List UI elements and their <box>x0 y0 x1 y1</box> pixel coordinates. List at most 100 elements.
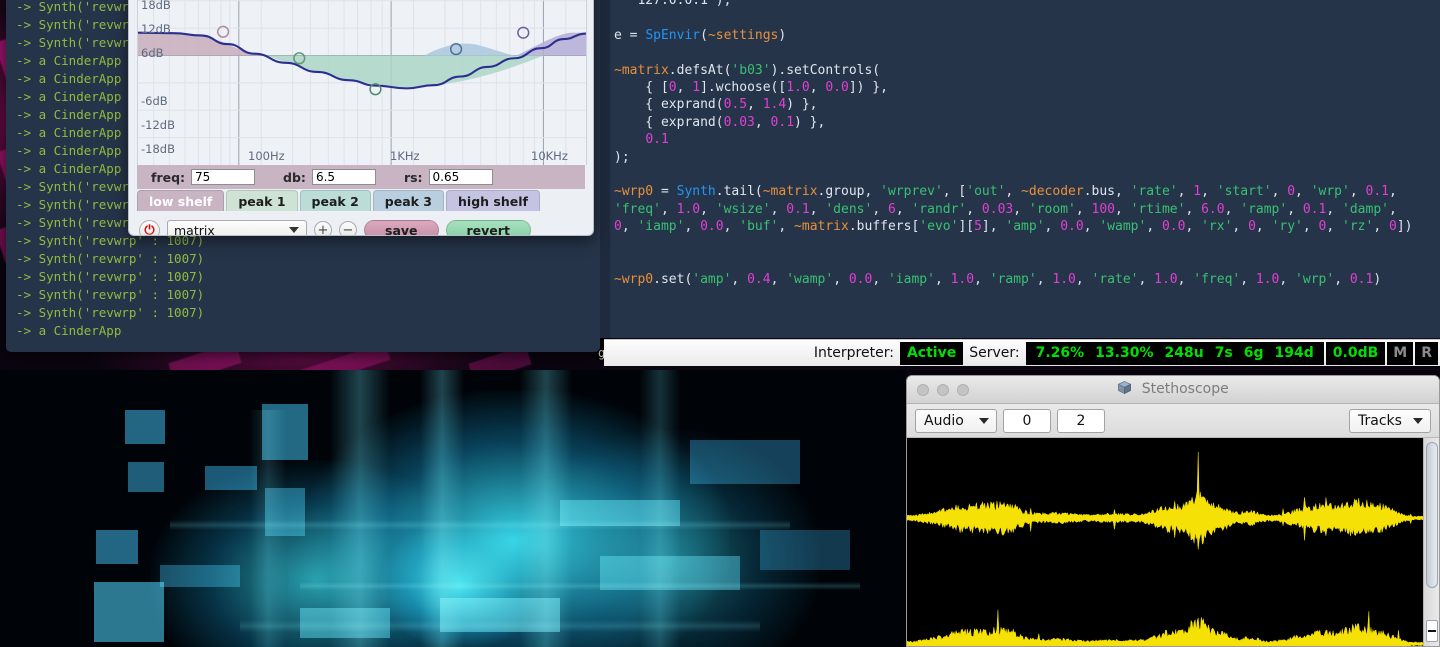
code-token: , <box>1075 201 1092 217</box>
window-controls[interactable] <box>907 383 969 396</box>
minimize-icon[interactable] <box>937 383 949 396</box>
code-token: , <box>1302 219 1319 235</box>
server-stats[interactable]: 7.26% 13.30% 248u 7s 6g 194d <box>1025 341 1324 365</box>
code-token: , <box>1005 184 1022 200</box>
eq-tab-peak-3[interactable]: peak 3 <box>372 190 445 211</box>
server-stat-groups: 6g <box>1243 345 1264 361</box>
code-token: 0.03 <box>723 114 755 130</box>
eq-rs-input[interactable] <box>428 169 493 185</box>
code-line: { exprand(0.03, 0.1) }, <box>614 114 1440 131</box>
code-token: ].wchoose([ <box>700 80 787 96</box>
save-button[interactable]: save <box>364 220 439 235</box>
code-token: 0.0 <box>825 80 849 96</box>
eq-tab-high-shelf[interactable]: high shelf <box>446 190 540 211</box>
scope-channels-input[interactable]: 2 <box>1057 408 1105 433</box>
code-token: , <box>621 219 638 235</box>
close-icon[interactable] <box>917 383 929 396</box>
code-token: ~matrix <box>614 62 669 78</box>
code-token: 1.0 <box>950 271 975 287</box>
scrollbar-handle[interactable] <box>1426 620 1438 642</box>
code-token: , <box>1185 219 1202 235</box>
scope-style-label: Tracks <box>1358 412 1402 429</box>
code-token: 1 <box>1193 184 1202 200</box>
eq-plugin-window[interactable]: 18dB 12dB 6dB -6dB -12dB -18dB 100Hz 1KH… <box>128 0 594 236</box>
code-token: 'freq' <box>614 201 661 217</box>
scope-waveform-canvas[interactable] <box>907 438 1423 646</box>
scope-index-input[interactable]: 0 <box>1003 408 1051 433</box>
zoom-icon[interactable] <box>957 383 969 396</box>
eq-db-label: db: <box>283 169 306 185</box>
code-token: 0.1 <box>1349 271 1374 287</box>
code-token: , <box>1224 201 1241 217</box>
post-line: -> a CinderApp <box>16 323 122 338</box>
code-token: , <box>1044 219 1061 235</box>
code-token: 1.4 <box>762 97 787 113</box>
code-token: 'freq' <box>1193 271 1241 287</box>
scope-rate-select[interactable]: Audio <box>915 408 997 433</box>
code-token: , <box>895 201 912 217</box>
code-token: , <box>1201 184 1217 200</box>
code-token: , <box>754 114 771 130</box>
code-token: 'rate' <box>1130 184 1178 200</box>
record-button[interactable]: R <box>1415 341 1438 365</box>
code-token: , <box>1240 271 1256 287</box>
eq-preset-select[interactable]: matrix <box>167 220 307 235</box>
scope-rate-label: Audio <box>924 412 964 429</box>
code-token: 'wamp' <box>786 271 834 287</box>
code-token: 0.03 <box>981 201 1014 217</box>
scope-style-select[interactable]: Tracks <box>1349 408 1431 433</box>
code-line: ); <box>614 149 1440 166</box>
code-token: , <box>1138 271 1155 287</box>
code-token: ).setControls( <box>770 62 881 78</box>
remove-preset-button[interactable]: − <box>339 221 357 235</box>
power-icon[interactable]: ⏻ <box>139 219 160 235</box>
code-token: 1 <box>692 80 701 96</box>
stethoscope-titlebar[interactable]: Stethoscope <box>907 376 1439 404</box>
server-volume-level[interactable]: 0.0dB <box>1325 341 1386 365</box>
code-editor-text[interactable]: "127.0.0.1"); e = SpEnvir(~settings) ~ma… <box>614 0 1440 288</box>
code-token: .bus, <box>1083 184 1131 200</box>
code-editor-window[interactable]: "127.0.0.1"); e = SpEnvir(~settings) ~ma… <box>600 0 1440 338</box>
status-bar: Interpreter: Active Server: 7.26% 13.30%… <box>604 339 1440 366</box>
code-token: 'damp' <box>1342 201 1389 217</box>
eq-db-input[interactable] <box>311 169 376 185</box>
eq-tab-peak-1[interactable]: peak 1 <box>226 190 298 211</box>
mute-button[interactable]: M <box>1387 341 1414 365</box>
revert-button[interactable]: revert <box>445 220 531 235</box>
code-token: 0 <box>668 80 677 96</box>
desktop-root: git er ca cer nit no our car -> Synth('r… <box>0 0 1440 647</box>
eq-tab-peak-2[interactable]: peak 2 <box>299 190 371 211</box>
scope-scrollbar[interactable] <box>1423 438 1439 646</box>
code-token: ]) }, <box>848 80 888 96</box>
stethoscope-window[interactable]: Stethoscope Audio 0 2 Tracks <box>906 375 1440 647</box>
scrollbar-thumb[interactable] <box>1426 442 1438 588</box>
code-token: 'wamp' <box>1099 219 1147 235</box>
code-token: ~matrix <box>794 219 849 235</box>
chevron-down-icon <box>1413 417 1423 424</box>
interpreter-status-badge[interactable]: Active <box>899 341 964 365</box>
code-token: ], <box>981 219 1006 235</box>
chevron-down-icon <box>289 227 299 233</box>
code-token: ~settings <box>707 27 779 43</box>
code-token: , <box>660 201 677 217</box>
code-token: ) }, <box>794 114 826 130</box>
eq-freq-input[interactable] <box>191 169 256 185</box>
code-token: , <box>1177 184 1194 200</box>
code-line: { exprand(0.5, 1.4) }, <box>614 96 1440 113</box>
add-preset-button[interactable]: + <box>314 221 332 235</box>
eq-frequency-response-graph[interactable]: 18dB 12dB 6dB -6dB -12dB -18dB 100Hz 1KH… <box>137 0 587 166</box>
code-token: , <box>1115 201 1131 217</box>
code-token: ); <box>614 149 630 165</box>
code-line: e = SpEnvir(~settings) <box>614 27 1440 44</box>
cinder-visualizer <box>0 370 906 647</box>
server-stat-cpu-peak: 7.26% <box>1035 345 1085 361</box>
code-token: 'iamp' <box>887 271 935 287</box>
code-token: 1.0 <box>1154 271 1178 287</box>
eq-x-label: 1KHz <box>390 149 420 163</box>
eq-tab-low-shelf[interactable]: low shelf <box>137 190 225 211</box>
code-token: , <box>1326 201 1343 217</box>
code-token: , <box>770 271 787 287</box>
code-token: , <box>778 219 795 235</box>
